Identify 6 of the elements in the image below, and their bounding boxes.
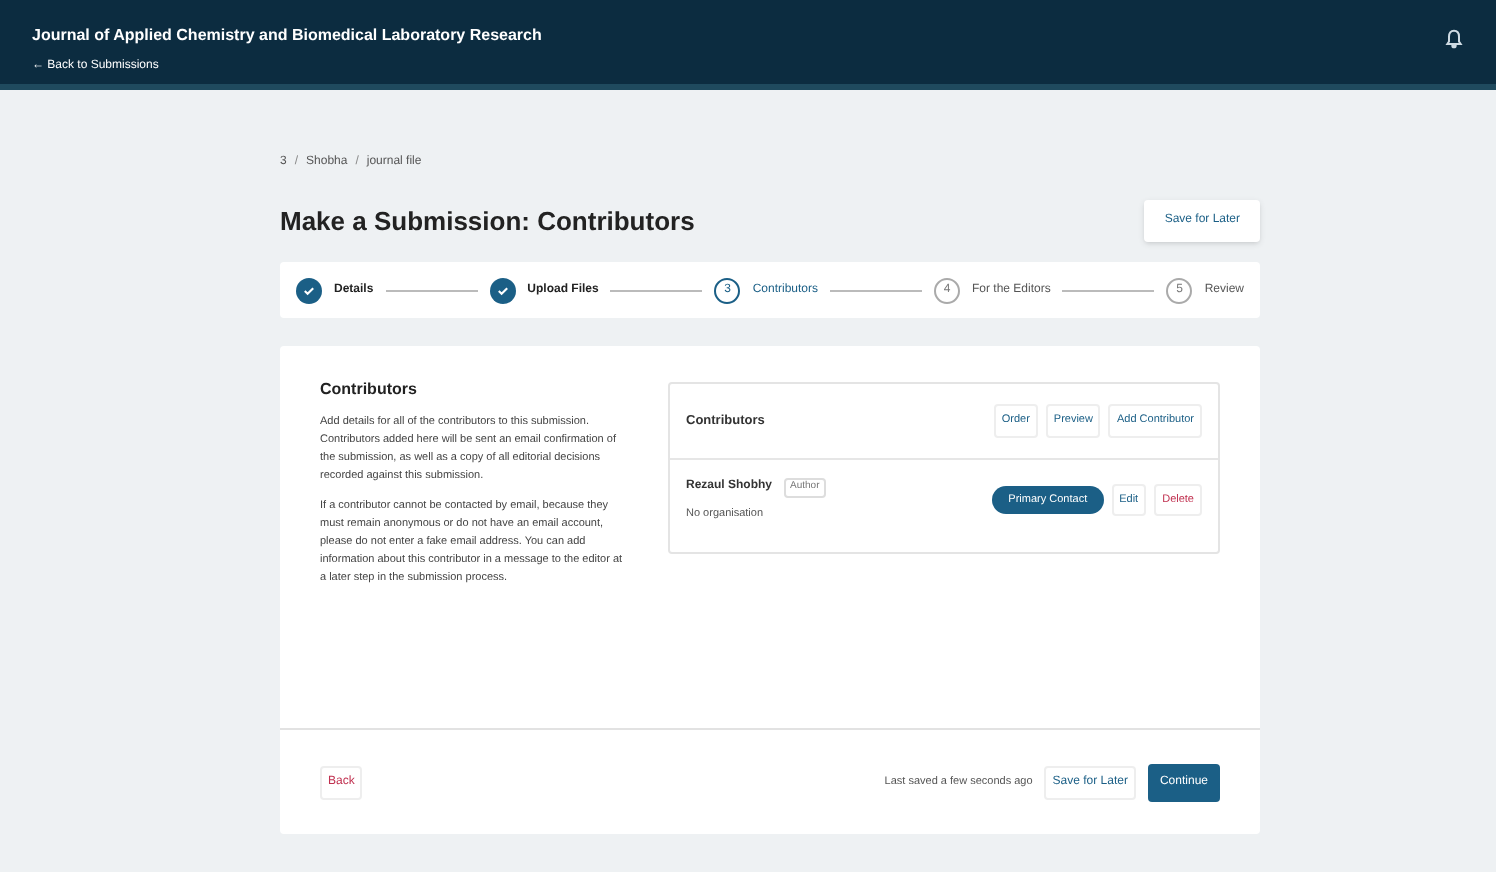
check-icon (302, 283, 316, 297)
journal-title: Journal of Applied Chemistry and Biomedical Laboratory Research (32, 28, 542, 44)
page-title: Make a Submission: Contributors (280, 203, 695, 240)
notification-bell-icon[interactable] (1444, 28, 1464, 50)
check-icon (495, 283, 510, 297)
section-heading: Contributors (320, 378, 419, 402)
